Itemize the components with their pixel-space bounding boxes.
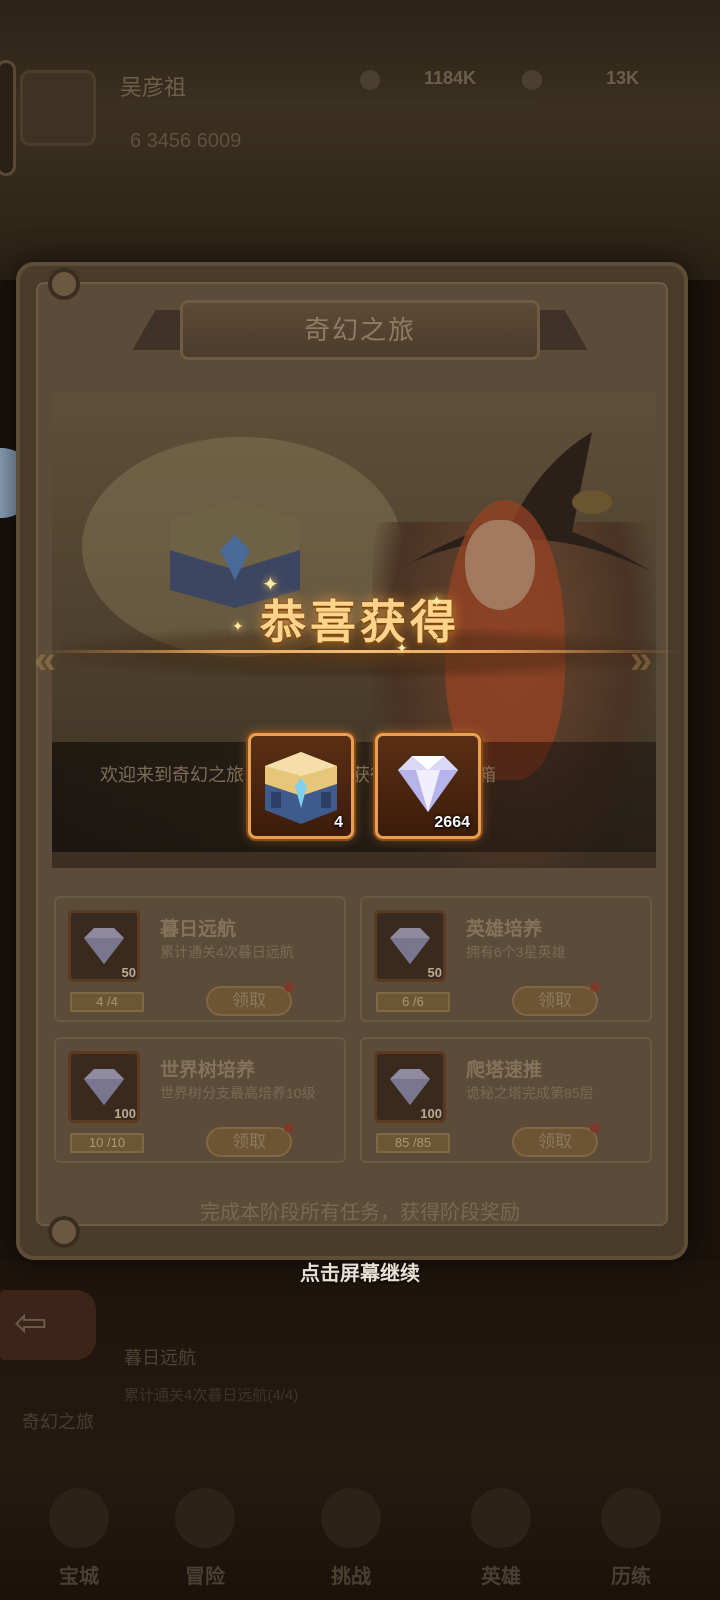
task-reward-qty: 50 xyxy=(121,965,136,980)
nav-item-adventure[interactable]: 冒险 xyxy=(150,1480,260,1590)
panel-ring-top xyxy=(48,268,80,300)
bottom-mode-label: 奇幻之旅 xyxy=(22,1412,94,1432)
nav-label: 英雄 xyxy=(481,1566,521,1588)
claim-label: 领取 xyxy=(538,991,572,1010)
task-reward-qty: 100 xyxy=(114,1106,136,1121)
task-title: 世界树培养 xyxy=(160,1060,256,1081)
task-desc: 累计通关4次暮日远航 xyxy=(160,944,294,960)
reward-item-chest[interactable]: 4 xyxy=(248,733,354,839)
task-reward-icon: 100 xyxy=(68,1051,140,1123)
claim-label: 领取 xyxy=(232,991,266,1010)
gem-icon xyxy=(522,70,542,90)
task-progress: 10 /10 xyxy=(70,1133,144,1153)
claim-button[interactable]: 领取 xyxy=(206,1123,294,1157)
back-arrow-icon: ⇦ xyxy=(14,1301,48,1345)
claim-button[interactable]: 领取 xyxy=(512,982,600,1016)
nav-label: 历练 xyxy=(611,1566,651,1588)
nav-item-challenge[interactable]: 挑战 xyxy=(296,1480,406,1590)
hero-icon xyxy=(471,1488,531,1548)
sparkle-icon: ✦ xyxy=(262,574,279,596)
congrats-title: 恭喜获得 xyxy=(260,595,460,649)
task-card: 100 85 /85 爬塔速推 诡秘之塔完成第85层 领取 xyxy=(360,1037,652,1163)
claim-button[interactable]: 领取 xyxy=(512,1123,600,1157)
task-reward-icon: 50 xyxy=(374,910,446,982)
nav-item-city[interactable]: 宝城 xyxy=(24,1480,134,1590)
panel-title: 奇幻之旅 xyxy=(180,300,540,360)
task-reward-qty: 50 xyxy=(427,965,442,980)
castle-icon xyxy=(49,1488,109,1548)
swords-icon xyxy=(321,1488,381,1548)
task-title: 暮日远航 xyxy=(160,919,237,940)
reward-item-diamond[interactable]: 2664 xyxy=(375,733,481,839)
task-desc: 诡秘之塔完成第85层 xyxy=(466,1085,594,1101)
player-avatar[interactable] xyxy=(20,70,96,146)
gem-amount: 13K xyxy=(606,68,640,88)
task-card: 50 6 /6 英雄培养 拥有6个3星英雄 领取 xyxy=(360,896,652,1022)
nav-item-heroes[interactable]: 英雄 xyxy=(446,1480,556,1590)
bottom-task-desc: 累计通关4次暮日远航(4/4) xyxy=(124,1387,299,1404)
bottom-task-title: 暮日远航 xyxy=(124,1348,196,1368)
player-name: 吴彦祖 xyxy=(120,75,187,100)
claim-label: 领取 xyxy=(538,1132,572,1151)
task-reward-icon: 50 xyxy=(68,910,140,982)
notification-dot xyxy=(284,982,294,992)
task-title: 英雄培养 xyxy=(466,919,543,940)
gold-amount: 1184K xyxy=(424,68,477,88)
nav-item-training[interactable]: 历练 xyxy=(576,1480,686,1590)
player-id: 6 3456 6009 xyxy=(130,130,242,152)
gold-icon xyxy=(360,70,380,90)
exp-bar xyxy=(120,100,540,108)
nav-label: 宝城 xyxy=(59,1566,99,1588)
sparkle-icon: ✦ xyxy=(232,618,244,634)
hud-frame-edge xyxy=(0,60,16,176)
task-reward-qty: 100 xyxy=(420,1106,442,1121)
notification-dot xyxy=(590,1123,600,1133)
task-title: 爬塔速推 xyxy=(466,1060,543,1081)
task-card: 100 10 /10 世界树培养 世界树分支最高培养10级 领取 xyxy=(54,1037,346,1163)
notification-dot xyxy=(590,982,600,992)
reward-count: 4 xyxy=(334,814,343,831)
scroll-icon xyxy=(601,1488,661,1548)
nav-label: 冒险 xyxy=(185,1566,225,1588)
top-hud: 吴彦祖 6 3456 6009 1184K 13K xyxy=(0,60,720,176)
stage-reward-text: 完成本阶段所有任务，获得阶段奖励 xyxy=(200,1202,520,1224)
task-progress: 4 /4 xyxy=(70,992,144,1012)
task-progress: 85 /85 xyxy=(376,1133,450,1153)
task-reward-icon: 100 xyxy=(374,1051,446,1123)
bottom-nav: 宝城 冒险 挑战 英雄 历练 xyxy=(0,1480,720,1600)
tap-to-continue[interactable]: 点击屏幕继续 xyxy=(0,1257,720,1286)
claim-button[interactable]: 领取 xyxy=(206,982,294,1016)
notification-dot xyxy=(284,1123,294,1133)
welcome-overlay xyxy=(52,742,656,852)
task-card: 50 4 /4 暮日远航 累计通关4次暮日远航 领取 xyxy=(54,896,346,1022)
sparkle-icon: ✦ xyxy=(396,640,408,656)
reward-count: 2664 xyxy=(434,814,470,831)
sparkle-icon: ✦ xyxy=(430,594,444,611)
claim-label: 领取 xyxy=(232,1132,266,1151)
nav-label: 挑战 xyxy=(331,1566,371,1588)
task-desc: 世界树分支最高培养10级 xyxy=(160,1085,316,1101)
map-icon xyxy=(175,1488,235,1548)
task-desc: 拥有6个3星英雄 xyxy=(466,944,566,960)
task-progress: 6 /6 xyxy=(376,992,450,1012)
